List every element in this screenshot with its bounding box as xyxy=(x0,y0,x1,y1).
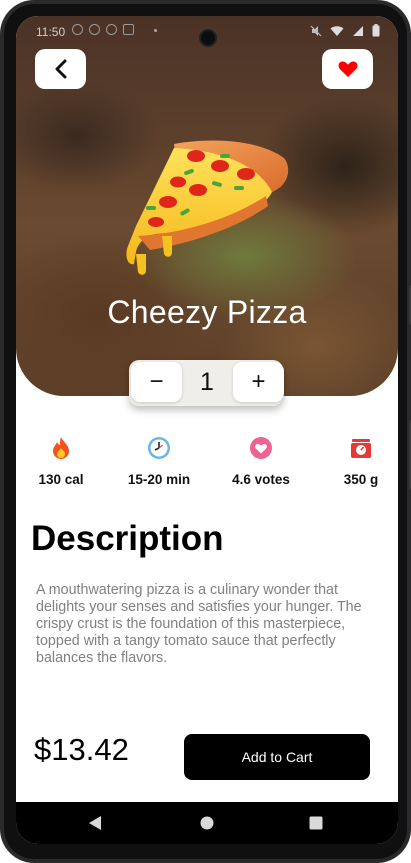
shield-icon xyxy=(106,24,117,35)
quantity-stepper: − 1 + xyxy=(129,360,284,406)
add-to-cart-button[interactable]: Add to Cart xyxy=(184,734,370,780)
stat-label: 15-20 min xyxy=(127,472,191,487)
nutrition-stats: 130 cal 15-20 min 4.6 votes 350 g xyxy=(16,434,398,494)
system-navigation-bar xyxy=(16,802,398,844)
heart-icon xyxy=(338,61,357,77)
back-button[interactable] xyxy=(35,49,86,89)
description-heading: Description xyxy=(31,519,224,558)
nav-recents-button[interactable] xyxy=(291,802,341,844)
phone-frame: 11:50 Cheezy Pizza − 1 + 130 cal 15-20 m… xyxy=(0,0,411,863)
chevron-left-icon xyxy=(55,59,66,79)
stat-weight: 350 g xyxy=(316,434,398,487)
hero-banner: 11:50 Cheezy Pizza xyxy=(16,16,398,396)
mute-icon xyxy=(310,25,322,36)
scale-icon xyxy=(316,434,398,462)
wifi-icon xyxy=(330,25,344,36)
favorite-button[interactable] xyxy=(322,49,373,89)
battery-icon xyxy=(372,24,380,37)
product-price: $13.42 xyxy=(34,732,129,767)
flame-icon xyxy=(16,434,106,462)
notification-icons xyxy=(72,24,134,35)
signal-icon xyxy=(353,25,363,36)
status-time: 11:50 xyxy=(36,25,66,39)
settings-icon xyxy=(72,24,83,35)
stat-time: 15-20 min xyxy=(114,434,204,487)
decrease-quantity-button[interactable]: − xyxy=(131,362,182,402)
front-camera xyxy=(199,29,217,47)
quantity-value: 1 xyxy=(200,368,214,396)
stat-label: 350 g xyxy=(343,472,379,487)
stat-label: 130 cal xyxy=(38,472,84,487)
clock-icon xyxy=(114,434,204,462)
stat-label: 4.6 votes xyxy=(232,472,290,487)
square-recents-icon xyxy=(309,816,323,830)
stat-votes: 4.6 votes xyxy=(216,434,306,487)
description-text: A mouthwatering pizza is a culinary wond… xyxy=(36,582,362,666)
pizza-illustration xyxy=(126,140,289,275)
more-notifications-dot xyxy=(154,29,157,32)
increase-quantity-button[interactable]: + xyxy=(233,362,284,402)
heart-badge-icon xyxy=(216,434,306,462)
product-title: Cheezy Pizza xyxy=(107,294,307,330)
sync-icon xyxy=(89,24,100,35)
nav-back-button[interactable] xyxy=(70,802,120,844)
nav-home-button[interactable] xyxy=(182,802,232,844)
system-icons xyxy=(310,24,380,37)
phone-bezel: 11:50 Cheezy Pizza − 1 + 130 cal 15-20 m… xyxy=(4,4,407,859)
app-screen: 11:50 Cheezy Pizza − 1 + 130 cal 15-20 m… xyxy=(16,16,398,844)
stat-calories: 130 cal xyxy=(16,434,106,487)
triangle-back-icon xyxy=(89,816,101,830)
circle-home-icon xyxy=(200,816,214,830)
media-icon xyxy=(123,24,134,35)
